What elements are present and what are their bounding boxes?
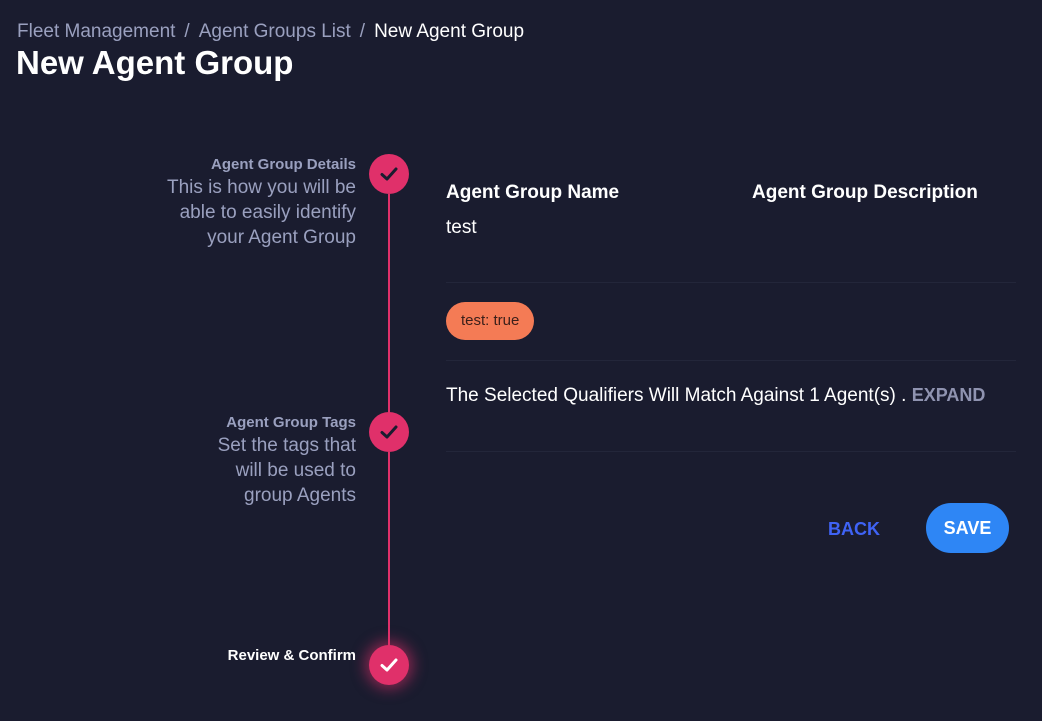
step-description: Set the tags that will be used to group … [217, 435, 356, 506]
page-title: New Agent Group [16, 44, 294, 81]
step-title: Review & Confirm [227, 647, 356, 664]
step-agent-group-tags[interactable]: Agent Group Tags Set the tags that will … [66, 413, 356, 508]
check-icon [380, 658, 398, 672]
step-description: This is how you will be able to easily i… [166, 177, 356, 248]
breadcrumb-separator: / [359, 21, 366, 42]
step-active-indicator[interactable] [369, 645, 409, 685]
stepper-connector-line [388, 452, 390, 664]
check-icon [380, 425, 398, 439]
save-button[interactable]: SAVE [926, 503, 1009, 553]
breadcrumb-current: New Agent Group [374, 21, 525, 42]
breadcrumb-agent-groups-list[interactable]: Agent Groups List [199, 21, 351, 42]
expand-button[interactable]: EXPAND [912, 385, 986, 405]
agent-group-name-label: Agent Group Name [446, 182, 620, 203]
breadcrumb-fleet-management[interactable]: Fleet Management [17, 21, 175, 42]
back-button[interactable]: BACK [818, 506, 890, 552]
divider [446, 451, 1016, 452]
step-review-confirm[interactable]: Review & Confirm [66, 646, 356, 666]
agent-group-description-label: Agent Group Description [752, 182, 978, 203]
tag-chip: test: true [446, 302, 535, 340]
divider [446, 360, 1016, 361]
divider [446, 282, 1016, 283]
step-title: Agent Group Tags [226, 414, 356, 431]
qualifier-match-text: The Selected Qualifiers Will Match Again… [446, 385, 907, 406]
step-complete-indicator[interactable] [369, 154, 409, 194]
step-title: Agent Group Details [210, 156, 356, 173]
qualifier-match-summary: The Selected Qualifiers Will Match Again… [446, 385, 985, 407]
step-complete-indicator[interactable] [369, 412, 409, 452]
breadcrumb-separator: / [184, 21, 190, 42]
step-agent-group-details[interactable]: Agent Group Details This is how you will… [66, 155, 356, 250]
breadcrumb: Fleet Management / Agent Groups List / New A… [17, 21, 524, 43]
stepper-connector-line [388, 194, 390, 432]
agent-group-name-value: test [446, 217, 477, 238]
check-icon [380, 167, 398, 181]
